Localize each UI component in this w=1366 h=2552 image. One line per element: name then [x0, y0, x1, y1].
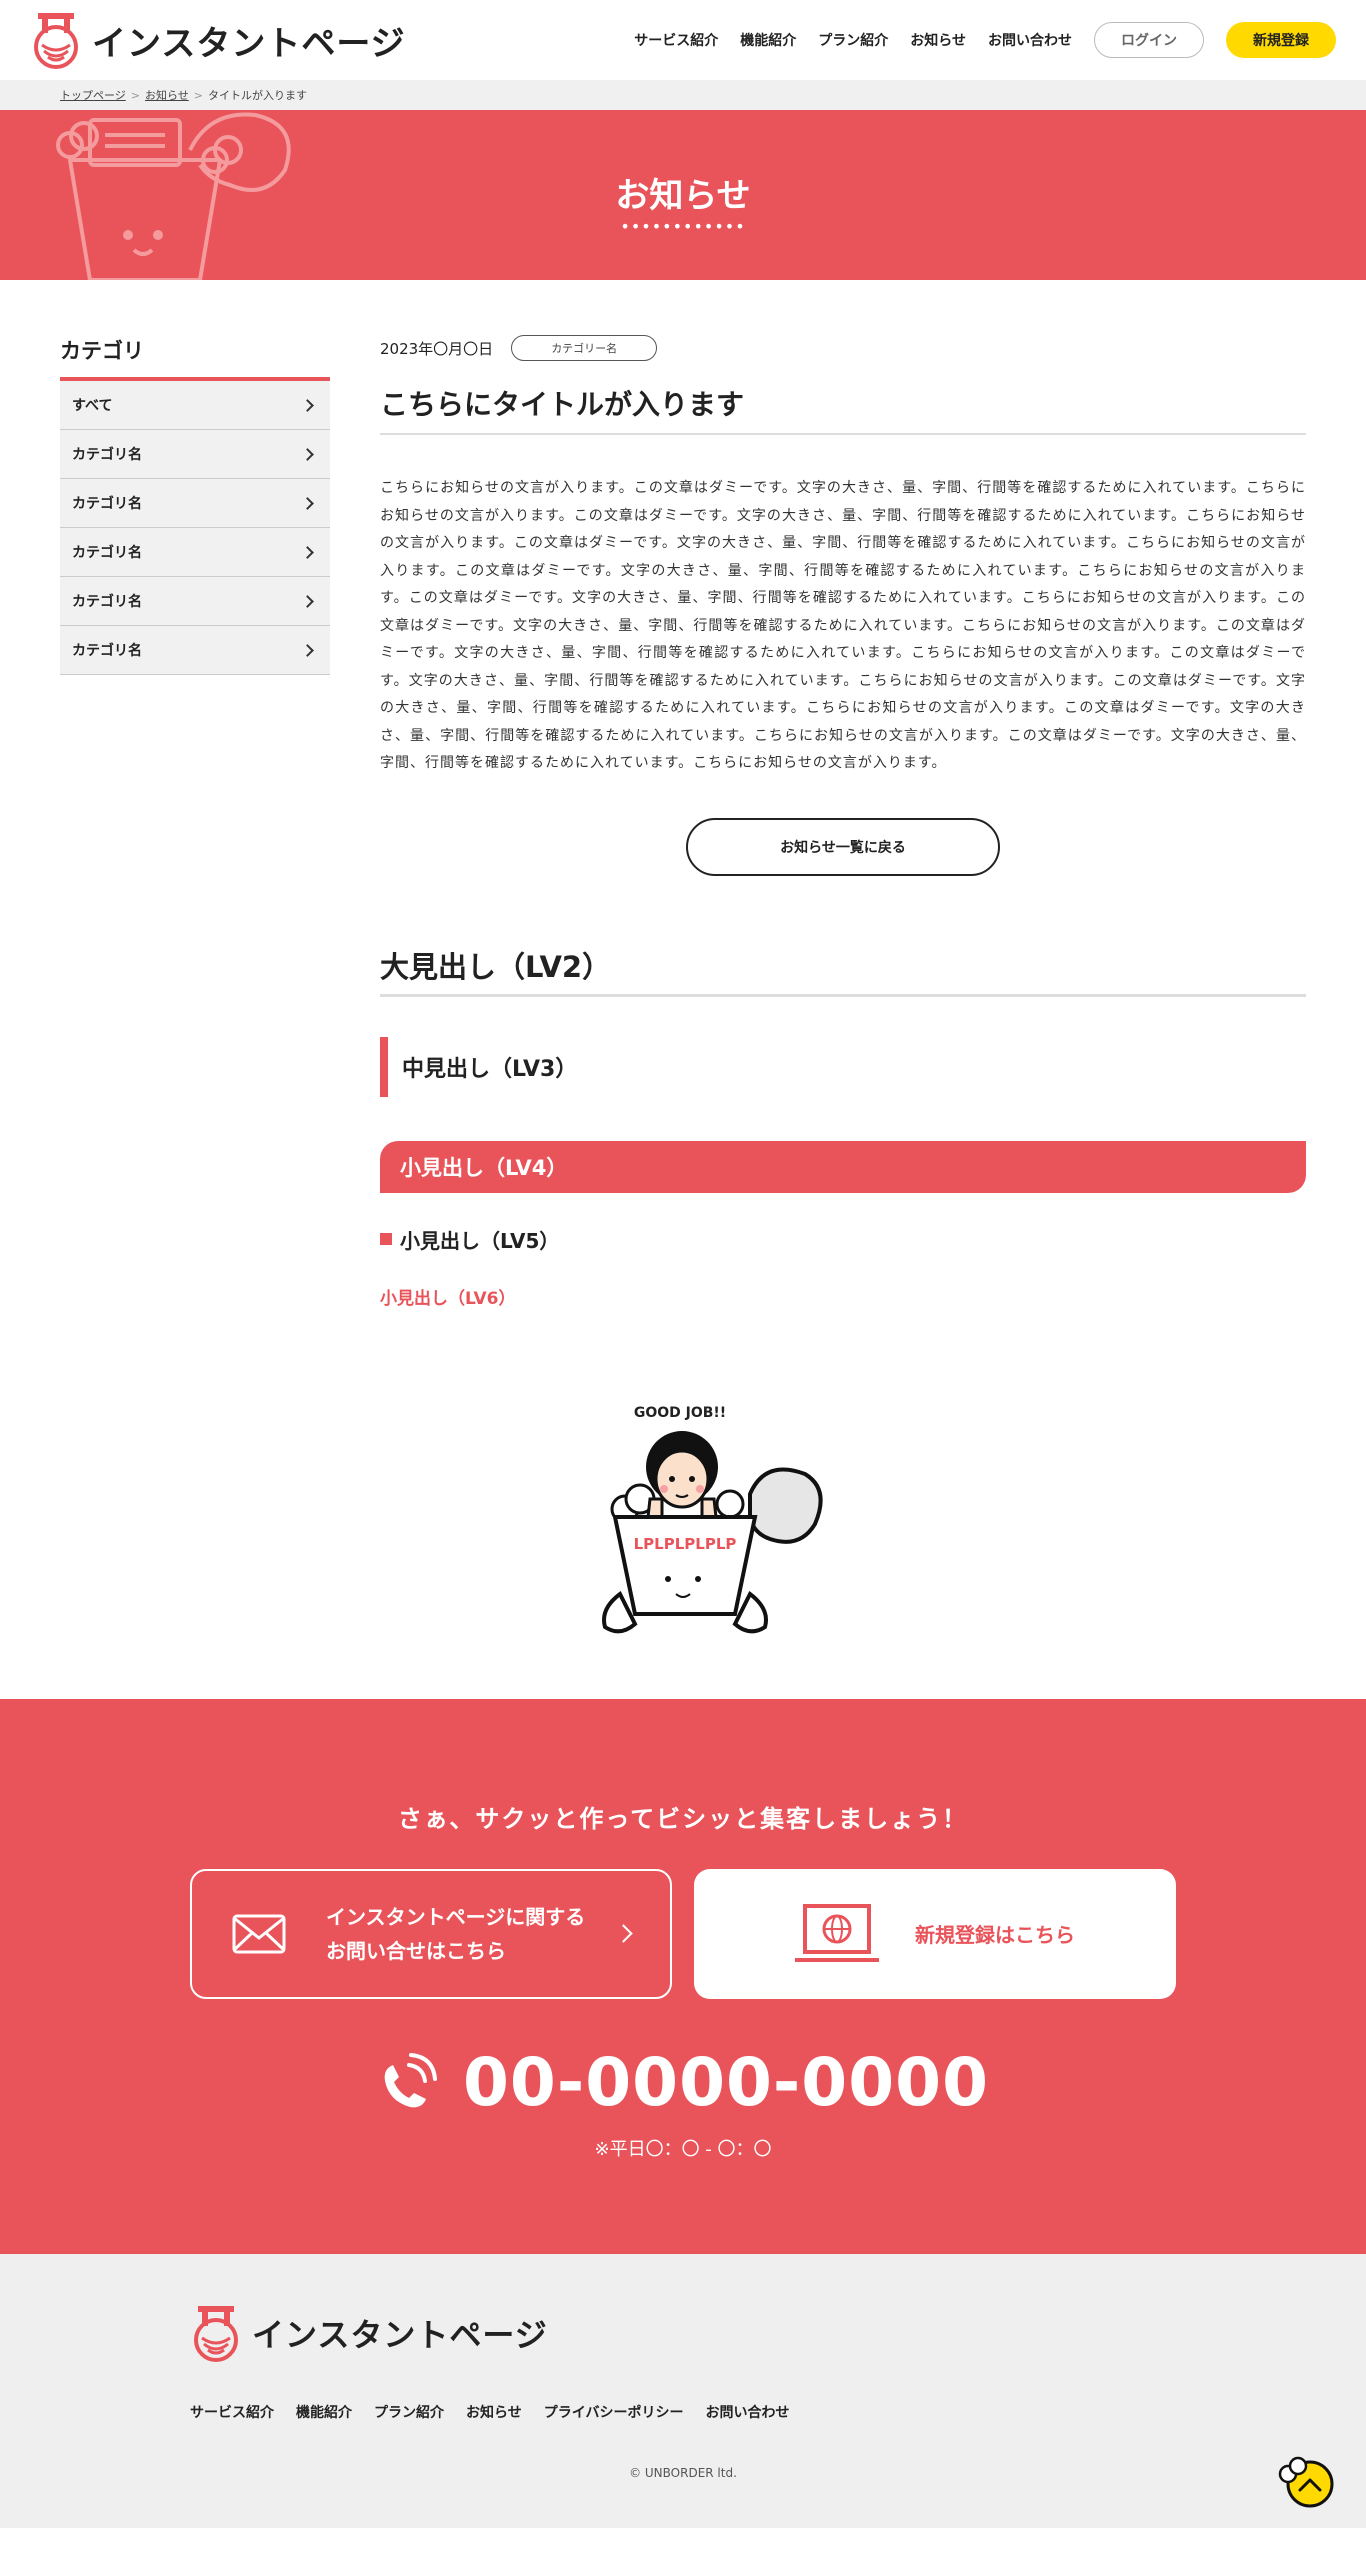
category-badge[interactable]: カテゴリー名 — [511, 335, 658, 361]
news-article: 2023年〇月〇日 カテゴリー名 こちらにタイトルが入ります こちらにお知らせの… — [380, 335, 1306, 1309]
logo-mark-icon — [194, 2305, 238, 2362]
breadcrumb-separator: > — [130, 88, 140, 102]
nav-service[interactable]: サービス紹介 — [634, 30, 718, 50]
breadcrumb-separator: > — [193, 88, 203, 102]
breadcrumb: トップページ > お知らせ > タイトルが入ります — [0, 80, 1366, 110]
nav-news[interactable]: お知らせ — [910, 30, 966, 50]
breadcrumb-home[interactable]: トップページ — [60, 87, 126, 103]
logo-mark-icon — [34, 13, 78, 69]
phone-number[interactable]: 00-0000-0000 — [463, 2044, 989, 2121]
mascot-illustration: GOOD JOB!! LPLPLPLPLP — [0, 1399, 1366, 1699]
chevron-right-icon — [301, 496, 314, 510]
sidebar-item-label: カテゴリ名 — [72, 496, 142, 512]
sidebar-item-category[interactable]: カテゴリ名 — [60, 577, 330, 626]
nav-plans[interactable]: プラン紹介 — [818, 30, 888, 50]
page-top-button[interactable] — [1278, 2454, 1336, 2508]
main-content: カテゴリ すべて カテゴリ名 カテゴリ名 カテゴリ名 カテゴリ名 カテゴリ名 2… — [0, 280, 1366, 1309]
laptop-globe-icon — [795, 1903, 879, 1962]
cup-text: LPLPLPLPLP — [634, 1535, 737, 1553]
heading-lv2: 大見出し（LV2） — [380, 944, 1306, 997]
copyright: © UNBORDER ltd. — [629, 2465, 737, 2480]
footer-nav-features[interactable]: 機能紹介 — [296, 2402, 352, 2422]
cta-buttons: インスタントページに関する お問い合せはこちら 新規登録はこちら — [0, 1868, 1366, 1999]
phone-icon — [384, 2053, 437, 2108]
register-cta-label: 新規登録はこちら — [915, 1923, 1075, 1947]
heading-lv3: 中見出し（LV3） — [380, 1036, 1306, 1097]
mascot-goodjob-icon: GOOD JOB!! LPLPLPLPLP — [602, 1405, 823, 1633]
mascot-speech: GOOD JOB!! — [634, 1405, 726, 1421]
phone-row: 00-0000-0000 — [0, 2044, 1366, 2121]
chevron-right-icon — [301, 545, 314, 559]
heading-lv5-label: 小見出し（LV5） — [400, 1228, 560, 1253]
chevron-right-icon — [301, 594, 314, 608]
sidebar-item-all[interactable]: すべて — [60, 381, 330, 430]
chevron-right-icon — [301, 447, 314, 461]
category-sidebar: カテゴリ すべて カテゴリ名 カテゴリ名 カテゴリ名 カテゴリ名 カテゴリ名 — [60, 335, 330, 1309]
login-button[interactable]: ログイン — [1094, 22, 1204, 58]
logo-text: インスタントページ — [92, 23, 406, 64]
site-logo[interactable]: インスタントページ — [30, 11, 406, 69]
mail-icon — [232, 1914, 286, 1953]
footer-nav: サービス紹介 機能紹介 プラン紹介 お知らせ プライバシーポリシー お問い合わせ — [190, 2402, 1366, 2422]
chevron-right-icon — [301, 643, 314, 657]
global-nav: サービス紹介 機能紹介 プラン紹介 お知らせ お問い合わせ ログイン 新規登録 — [612, 22, 1336, 58]
page-title: お知らせ — [615, 176, 751, 216]
sidebar-item-label: カテゴリ名 — [72, 643, 142, 659]
page-hero: お知らせ •••••••••••• — [0, 110, 1366, 280]
heading-lv5: 小見出し（LV5） — [380, 1225, 1306, 1254]
heading-lv4: 小見出し（LV4） — [380, 1140, 1306, 1193]
scroll-to-top-icon — [1278, 2456, 1334, 2507]
back-to-news-list-button[interactable]: お知らせ一覧に戻る — [686, 817, 1000, 876]
logo-text: インスタントページ — [252, 2315, 548, 2354]
sidebar-item-label: カテゴリ名 — [72, 447, 142, 463]
sidebar-item-category[interactable]: カテゴリ名 — [60, 479, 330, 528]
square-bullet-icon — [380, 1233, 392, 1245]
footer-nav-contact[interactable]: お問い合わせ — [705, 2402, 789, 2422]
contact-cta-line1: インスタントページに関する — [326, 1904, 586, 1929]
sidebar-item-label: カテゴリ名 — [72, 545, 142, 561]
nav-contact[interactable]: お問い合わせ — [988, 30, 1072, 50]
site-header: インスタントページ サービス紹介 機能紹介 プラン紹介 お知らせ お問い合わせ … — [0, 0, 1366, 80]
sidebar-item-category[interactable]: カテゴリ名 — [60, 430, 330, 479]
post-date: 2023年〇月〇日 — [380, 339, 494, 358]
contact-cta-line2: お問い合せはこちら — [326, 1938, 506, 1963]
nav-features[interactable]: 機能紹介 — [740, 30, 796, 50]
site-footer: インスタントページ サービス紹介 機能紹介 プラン紹介 お知らせ プライバシーポ… — [0, 2253, 1366, 2528]
register-button[interactable]: 新規登録 — [1226, 22, 1336, 58]
breadcrumb-current: タイトルが入ります — [208, 89, 307, 102]
breadcrumb-news[interactable]: お知らせ — [145, 87, 189, 103]
footer-nav-privacy[interactable]: プライバシーポリシー — [544, 2402, 684, 2422]
business-hours: ※平日〇：〇 - 〇：〇 — [594, 2138, 772, 2160]
sidebar-item-category[interactable]: カテゴリ名 — [60, 626, 330, 675]
post-body: こちらにお知らせの文言が入ります。この文章はダミーです。文字の大きさ、量、字間、… — [380, 480, 1306, 771]
sidebar-item-label: すべて — [72, 398, 113, 414]
chevron-right-icon — [614, 1924, 633, 1943]
cta-section: さぁ、サクッと作ってビシッと集客しましょう！ インスタントページに関する お問い… — [0, 1698, 1366, 2254]
register-cta-button[interactable]: 新規登録はこちら — [694, 1868, 1176, 1999]
sidebar-item-label: カテゴリ名 — [72, 594, 142, 610]
footer-nav-plans[interactable]: プラン紹介 — [374, 2402, 444, 2422]
footer-nav-news[interactable]: お知らせ — [466, 2402, 522, 2422]
post-title: こちらにタイトルが入ります — [380, 383, 1306, 435]
sidebar-item-category[interactable]: カテゴリ名 — [60, 528, 330, 577]
chevron-right-icon — [301, 398, 314, 412]
sidebar-heading: カテゴリ — [60, 335, 330, 381]
contact-cta-button[interactable]: インスタントページに関する お問い合せはこちら — [190, 1868, 672, 1999]
footer-logo[interactable]: インスタントページ — [190, 2304, 1366, 2362]
heading-lv6: 小見出し（LV6） — [380, 1288, 516, 1309]
post-meta: 2023年〇月〇日 カテゴリー名 — [380, 335, 1306, 361]
cta-heading: さぁ、サクッと作ってビシッと集客しましょう！ — [397, 1804, 969, 1833]
contact-cta-label: インスタントページに関する お問い合せはこちら — [326, 1900, 617, 1968]
title-dots: •••••••••••• — [620, 217, 746, 236]
footer-nav-service[interactable]: サービス紹介 — [190, 2402, 274, 2422]
